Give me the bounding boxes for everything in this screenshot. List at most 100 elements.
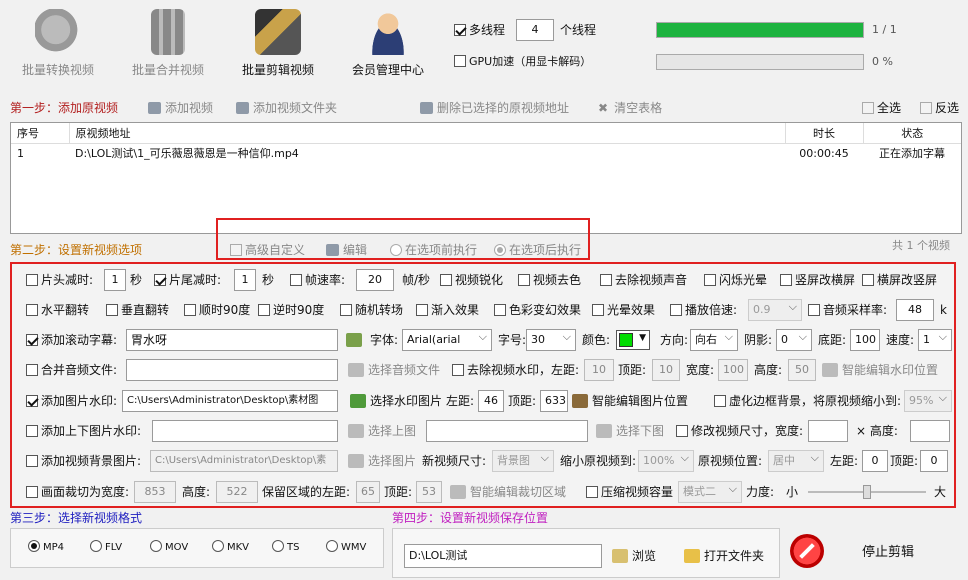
batch-merge-button[interactable]: 批量合并视频 <box>118 5 218 85</box>
subtitle-settings-icon[interactable] <box>346 333 362 347</box>
header-index[interactable]: 序号 <box>11 123 70 143</box>
fps-input[interactable]: 20 <box>356 269 394 291</box>
header-duration[interactable]: 时长 <box>785 123 864 143</box>
rot90ccw-checkbox[interactable]: 逆时90度 <box>258 298 324 322</box>
table-row[interactable]: 1 D:\LOL测试\1_可乐薇恩薇恩是一种信仰.mp4 00:00:45 正在… <box>11 143 961 163</box>
vflip-checkbox[interactable]: 垂直翻转 <box>106 298 169 322</box>
stop-icon[interactable] <box>790 534 824 568</box>
member-center-button[interactable]: 会员管理中心 <box>338 5 438 85</box>
sharpen-checkbox[interactable]: 视频锐化 <box>440 268 503 292</box>
compress-slider-track[interactable] <box>808 485 926 499</box>
image-watermark-checkbox[interactable]: 添加图片水印: <box>26 389 117 413</box>
save-path-input[interactable]: D:\LOL测试 <box>404 544 602 568</box>
wm-width-input[interactable]: 100 <box>718 359 748 381</box>
tail-cut-input[interactable]: 1 <box>234 269 256 291</box>
compress-slider-thumb[interactable] <box>863 485 871 499</box>
wm-height-input[interactable]: 50 <box>788 359 816 381</box>
crop-height-input[interactable]: 522 <box>216 481 258 503</box>
thread-count-input[interactable]: 4 <box>516 19 554 41</box>
choose-background-image-button[interactable]: 选择图片 <box>348 449 416 473</box>
advanced-custom-checkbox[interactable]: 高级自定义 <box>230 238 305 262</box>
delete-selected-button[interactable]: 删除已选择的原视频地址 <box>420 96 569 120</box>
resize-height-input[interactable] <box>910 420 950 442</box>
scroll-sub-checkbox[interactable]: 添加滚动字幕: <box>26 328 117 352</box>
edit-button[interactable]: 编辑 <box>326 238 367 262</box>
head-cut-checkbox[interactable]: 片头减时: <box>26 268 93 292</box>
bg-left-input[interactable]: 0 <box>862 450 888 472</box>
size-select[interactable]: 30 <box>526 329 576 351</box>
gpu-accel-checkbox[interactable]: GPU加速（用显卡解码） <box>454 50 591 74</box>
fps-checkbox[interactable]: 帧速率: <box>290 268 345 292</box>
samplerate-checkbox[interactable]: 音频采样率: <box>808 298 887 322</box>
compress-mode-select[interactable]: 模式二 <box>678 481 742 503</box>
position-select[interactable]: 居中 <box>768 450 824 472</box>
smart-watermark-button[interactable]: 智能编辑水印位置 <box>822 358 938 382</box>
batch-edit-button[interactable]: 批量剪辑视频 <box>228 5 328 85</box>
format-radio-mkv[interactable]: MKV <box>212 536 249 560</box>
v2h-checkbox[interactable]: 竖屏改横屏 <box>780 268 855 292</box>
add-folder-button[interactable]: 添加视频文件夹 <box>236 96 337 120</box>
scroll-sub-input[interactable]: 胃水呀 <box>126 329 338 351</box>
bg-top-input[interactable]: 0 <box>920 450 948 472</box>
updown-watermark-checkbox[interactable]: 添加上下图片水印: <box>26 419 141 443</box>
exec-after-radio[interactable]: 在选项后执行 <box>494 238 581 262</box>
background-image-input[interactable]: C:\Users\Administrator\Desktop\素 <box>150 450 338 472</box>
image-watermark-input[interactable]: C:\Users\Administrator\Desktop\素材图 <box>122 390 338 412</box>
header-path[interactable]: 原视频地址 <box>69 123 786 143</box>
crop-top-input[interactable]: 53 <box>416 481 442 503</box>
shrink-select[interactable]: 100% <box>638 450 694 472</box>
color-picker[interactable]: ▼ <box>616 330 650 350</box>
flash-checkbox[interactable]: 闪烁光晕 <box>704 268 767 292</box>
new-size-select[interactable]: 背景图 <box>492 450 554 472</box>
resize-video-checkbox[interactable]: 修改视频尺寸，宽度: <box>676 419 803 443</box>
stop-edit-button[interactable]: 停止剪辑 <box>862 541 914 565</box>
remove-watermark-checkbox[interactable]: 去除视频水印，左距: <box>452 358 579 382</box>
wm-top-input[interactable]: 10 <box>652 359 680 381</box>
format-radio-mov[interactable]: MOV <box>150 536 188 560</box>
browse-button[interactable]: 浏览 <box>612 544 656 568</box>
smart-crop-button[interactable]: 智能编辑裁切区域 <box>450 480 566 504</box>
decolor-checkbox[interactable]: 视频去色 <box>518 268 581 292</box>
shadow-select[interactable]: 0 <box>776 329 812 351</box>
blur-background-checkbox[interactable]: 虚化边框背景，将原视频缩小到: <box>714 389 901 413</box>
smart-image-position-button[interactable]: 智能编辑图片位置 <box>572 389 688 413</box>
speed-select[interactable]: 0.9 <box>748 299 802 321</box>
blur-scale-select[interactable]: 95% <box>904 390 952 412</box>
clear-table-button[interactable]: ✖ 清空表格 <box>598 96 662 120</box>
direction-select[interactable]: 向右 <box>690 329 738 351</box>
fadein-checkbox[interactable]: 渐入效果 <box>416 298 479 322</box>
samplerate-input[interactable]: 48 <box>896 299 934 321</box>
batch-convert-button[interactable]: 批量转换视频 <box>8 5 108 85</box>
choose-watermark-image-button[interactable]: 选择水印图片 <box>350 389 442 413</box>
select-all-button[interactable]: 全选 <box>862 96 901 120</box>
background-image-checkbox[interactable]: 添加视频背景图片: <box>26 449 141 473</box>
resize-width-input[interactable] <box>808 420 848 442</box>
colorfx-checkbox[interactable]: 色彩变幻效果 <box>494 298 581 322</box>
crop-width-input[interactable]: 853 <box>134 481 176 503</box>
choose-bottom-image-button[interactable]: 选择下图 <box>596 419 664 443</box>
exec-before-radio[interactable]: 在选项前执行 <box>390 238 477 262</box>
format-radio-flv[interactable]: FLV <box>90 536 122 560</box>
transition-checkbox[interactable]: 随机转场 <box>340 298 403 322</box>
crop-checkbox[interactable]: 画面裁切为宽度: <box>26 480 129 504</box>
bottom-input[interactable]: 100 <box>850 329 880 351</box>
wm-left-input[interactable]: 10 <box>584 359 614 381</box>
choose-audio-button[interactable]: 选择音频文件 <box>348 358 440 382</box>
img-left-input[interactable]: 46 <box>478 390 504 412</box>
speed-checkbox[interactable]: 播放倍速: <box>670 298 737 322</box>
tail-cut-checkbox[interactable]: 片尾减时: <box>154 268 221 292</box>
bottom-image-input[interactable] <box>426 420 588 442</box>
merge-audio-checkbox[interactable]: 合并音频文件: <box>26 358 117 382</box>
choose-top-image-button[interactable]: 选择上图 <box>348 419 416 443</box>
img-top-input[interactable]: 633 <box>540 390 568 412</box>
h2v-checkbox[interactable]: 横屏改竖屏 <box>862 268 937 292</box>
updown-watermark-input[interactable] <box>152 420 338 442</box>
rot90cw-checkbox[interactable]: 顺时90度 <box>184 298 250 322</box>
crop-left-input[interactable]: 65 <box>356 481 380 503</box>
hflip-checkbox[interactable]: 水平翻转 <box>26 298 89 322</box>
speed2-select[interactable]: 1 <box>918 329 952 351</box>
format-radio-wmv[interactable]: WMV <box>326 536 366 560</box>
header-status[interactable]: 状态 <box>863 123 961 143</box>
format-radio-mp4[interactable]: MP4 <box>28 536 64 560</box>
open-folder-button[interactable]: 打开文件夹 <box>684 544 764 568</box>
